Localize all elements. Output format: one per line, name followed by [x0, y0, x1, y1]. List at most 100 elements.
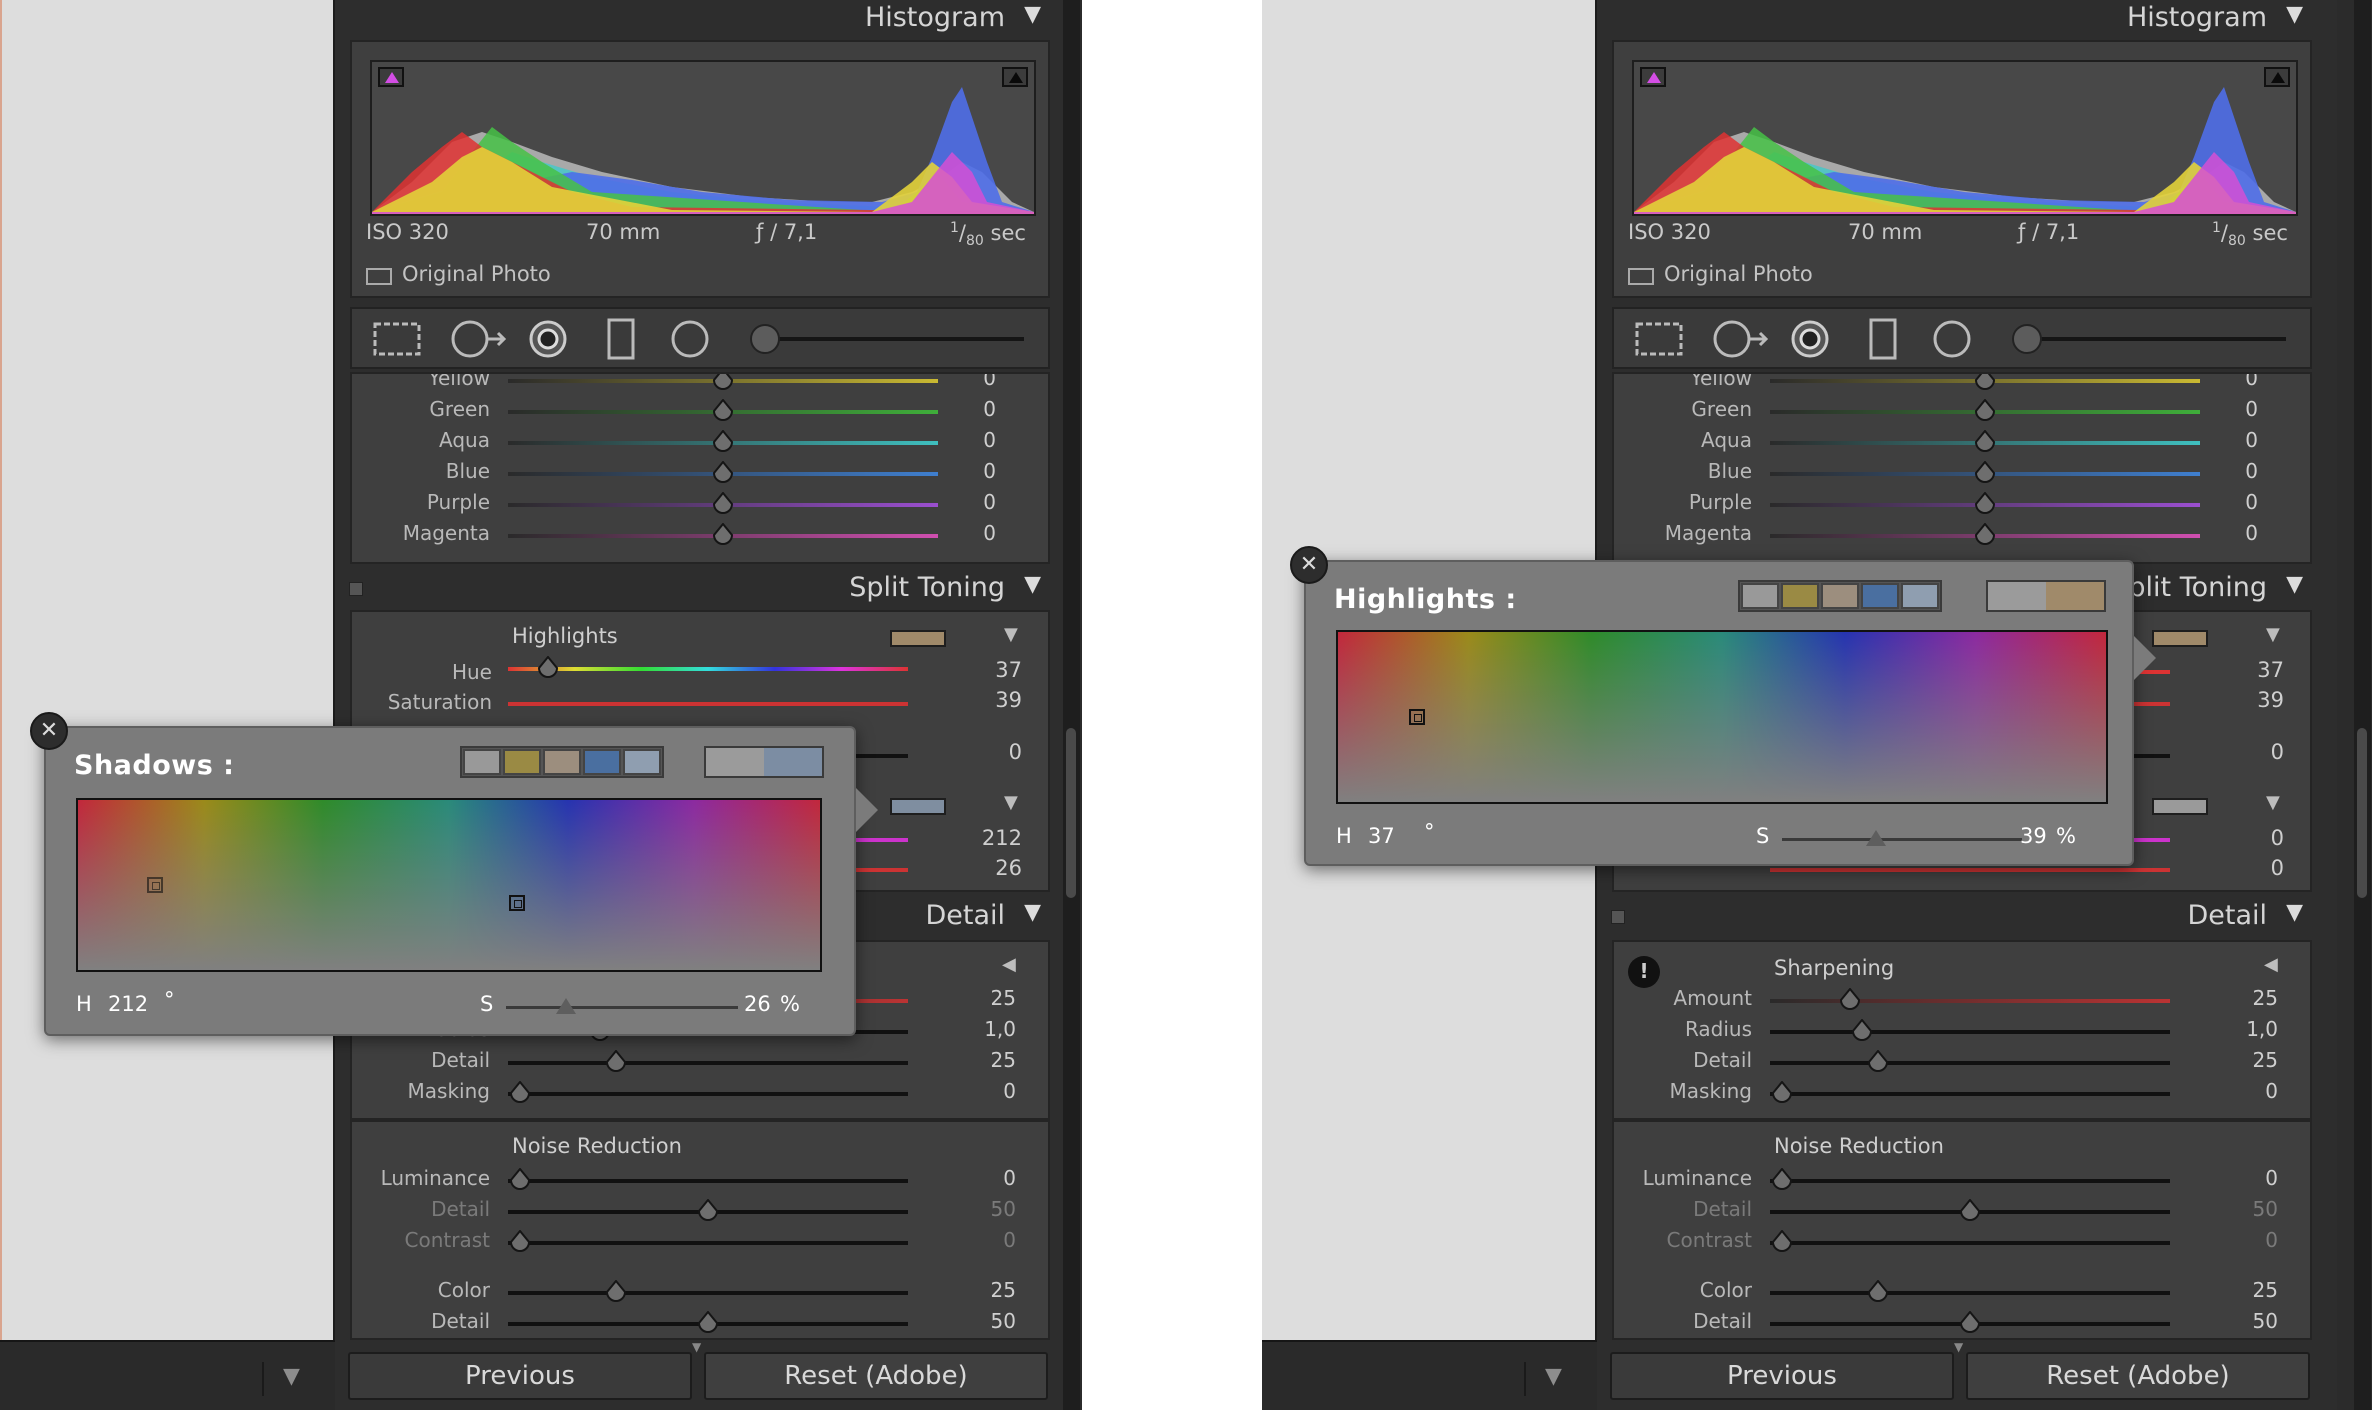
slider-value[interactable]: 0 [2198, 397, 2258, 421]
slider-value[interactable]: 0 [956, 1166, 1016, 1190]
saturation-readout[interactable]: 39 [2020, 824, 2047, 848]
detail-header[interactable]: Detail ▼ [1597, 900, 2317, 940]
slider-track[interactable] [1770, 1061, 2170, 1065]
close-icon[interactable]: ✕ [30, 712, 68, 750]
warning-icon[interactable]: ! [1628, 956, 1660, 988]
highlights-disclosure-icon[interactable]: ▼ [1004, 624, 1018, 645]
spot-removal-icon[interactable] [1710, 319, 1770, 363]
slider-track[interactable] [508, 1179, 908, 1183]
slider-thumb[interactable] [712, 398, 734, 421]
slider-value[interactable]: 0 [2218, 1079, 2278, 1103]
slider-track[interactable] [508, 1241, 908, 1245]
neutral-swatch[interactable] [1988, 582, 2046, 610]
slider-value[interactable]: 0 [2198, 490, 2258, 514]
slider-value[interactable]: 0 [2218, 1228, 2278, 1252]
preset-swatch[interactable] [1861, 583, 1899, 609]
slider-track[interactable] [1770, 1241, 2170, 1245]
original-photo-checkbox[interactable] [366, 268, 392, 285]
shadows-disclosure-icon[interactable]: ▼ [2266, 792, 2280, 813]
preset-swatch[interactable] [503, 749, 541, 775]
slider-value[interactable]: 0 [936, 459, 996, 483]
reset-button[interactable]: Reset (Adobe) [1966, 1352, 2310, 1400]
sharpening-disclosure-icon[interactable]: ◀ [1002, 954, 1016, 975]
slider-value[interactable]: 25 [2218, 1048, 2278, 1072]
panel-menu-toggle[interactable]: ▼ [283, 1364, 300, 1389]
slider-value[interactable]: 25 [956, 986, 1016, 1010]
histogram-header[interactable]: Histogram ▼ [335, 2, 1055, 42]
slider-thumb[interactable] [712, 374, 734, 390]
panel-toggle-switch[interactable] [1611, 910, 1625, 924]
selected-swatch[interactable] [2046, 582, 2104, 610]
brush-slider-thumb[interactable] [2012, 324, 2042, 354]
shadow-saturation-value[interactable]: 0 [2224, 856, 2284, 884]
slider-track[interactable] [1770, 1030, 2170, 1034]
highlight-clipping-icon[interactable] [1002, 67, 1028, 87]
saturation-track[interactable] [508, 702, 908, 706]
crop-tool-icon[interactable] [1634, 321, 1684, 361]
slider-value[interactable]: 50 [2218, 1309, 2278, 1333]
current-color-swatch[interactable] [1986, 580, 2106, 612]
slider-value[interactable]: 50 [956, 1197, 1016, 1221]
slider-thumb[interactable] [1974, 374, 1996, 390]
slider-track[interactable] [508, 1061, 908, 1065]
slider-thumb[interactable] [1959, 1198, 1981, 1221]
slider-thumb[interactable] [1959, 1310, 1981, 1333]
shadow-clipping-icon[interactable] [1640, 67, 1666, 87]
slider-value[interactable]: 1,0 [956, 1017, 1016, 1041]
shadow-hue-value[interactable]: 212 [962, 826, 1022, 854]
slider-track[interactable] [1770, 1092, 2170, 1096]
shadow-hue-value[interactable]: 0 [2224, 826, 2284, 854]
split-toning-header[interactable]: Split Toning ▼ [335, 572, 1055, 612]
saturation-value[interactable]: 39 [2224, 688, 2284, 716]
hue-saturation-field[interactable] [76, 798, 822, 972]
slider-value[interactable]: 25 [956, 1278, 1016, 1302]
red-eye-icon[interactable] [528, 319, 568, 363]
preset-swatch[interactable] [583, 749, 621, 775]
slider-thumb[interactable] [697, 1198, 719, 1221]
slider-thumb[interactable] [1974, 398, 1996, 421]
slider-value[interactable]: 0 [936, 490, 996, 514]
slider-thumb[interactable] [509, 1167, 531, 1190]
spot-removal-icon[interactable] [448, 319, 508, 363]
slider-track[interactable] [508, 1291, 908, 1295]
slider-value[interactable]: 0 [2198, 374, 2258, 390]
graduated-filter-icon[interactable] [1868, 317, 1898, 365]
slider-thumb[interactable] [1974, 429, 1996, 452]
highlight-clipping-icon[interactable] [2264, 67, 2290, 87]
slider-track[interactable] [508, 1092, 908, 1096]
preset-swatch[interactable] [463, 749, 501, 775]
panel-scrollbar[interactable] [2354, 0, 2371, 1410]
slider-thumb[interactable] [1974, 460, 1996, 483]
slider-track[interactable] [1770, 1179, 2170, 1183]
slider-thumb[interactable] [1974, 522, 1996, 545]
preset-swatch[interactable] [623, 749, 661, 775]
shadows-swatch[interactable] [890, 798, 946, 815]
shadows-swatch[interactable] [2152, 798, 2208, 815]
slider-thumb[interactable] [509, 1229, 531, 1252]
slider-thumb[interactable] [712, 522, 734, 545]
slider-value[interactable]: 0 [2198, 459, 2258, 483]
slider-thumb[interactable] [605, 1049, 627, 1072]
radial-filter-icon[interactable] [1930, 319, 1974, 363]
slider-thumb[interactable] [509, 1080, 531, 1103]
slider-value[interactable]: 0 [936, 428, 996, 452]
selected-swatch[interactable] [764, 748, 822, 776]
slider-value[interactable]: 0 [2198, 428, 2258, 452]
panel-toggle-switch[interactable] [349, 582, 363, 596]
slider-thumb[interactable] [1771, 1229, 1793, 1252]
slider-thumb[interactable] [1839, 987, 1861, 1010]
slider-value[interactable]: 0 [2218, 1166, 2278, 1190]
collapse-arrow-icon[interactable]: ▼ [2286, 2, 2303, 27]
shadow-saturation-value[interactable]: 26 [962, 856, 1022, 884]
sharpening-disclosure-icon[interactable]: ◀ [2264, 954, 2278, 975]
brush-slider-track[interactable] [754, 337, 1024, 341]
brush-slider-thumb[interactable] [750, 324, 780, 354]
highlights-disclosure-icon[interactable]: ▼ [2266, 624, 2280, 645]
slider-value[interactable]: 25 [2218, 1278, 2278, 1302]
picker-saturation-thumb[interactable] [1865, 830, 1886, 846]
hue-value[interactable]: 37 [2224, 658, 2284, 686]
hue-saturation-marker[interactable] [509, 895, 526, 911]
slider-thumb[interactable] [1974, 491, 1996, 514]
preset-swatch[interactable] [1901, 583, 1939, 609]
crop-tool-icon[interactable] [372, 321, 422, 361]
